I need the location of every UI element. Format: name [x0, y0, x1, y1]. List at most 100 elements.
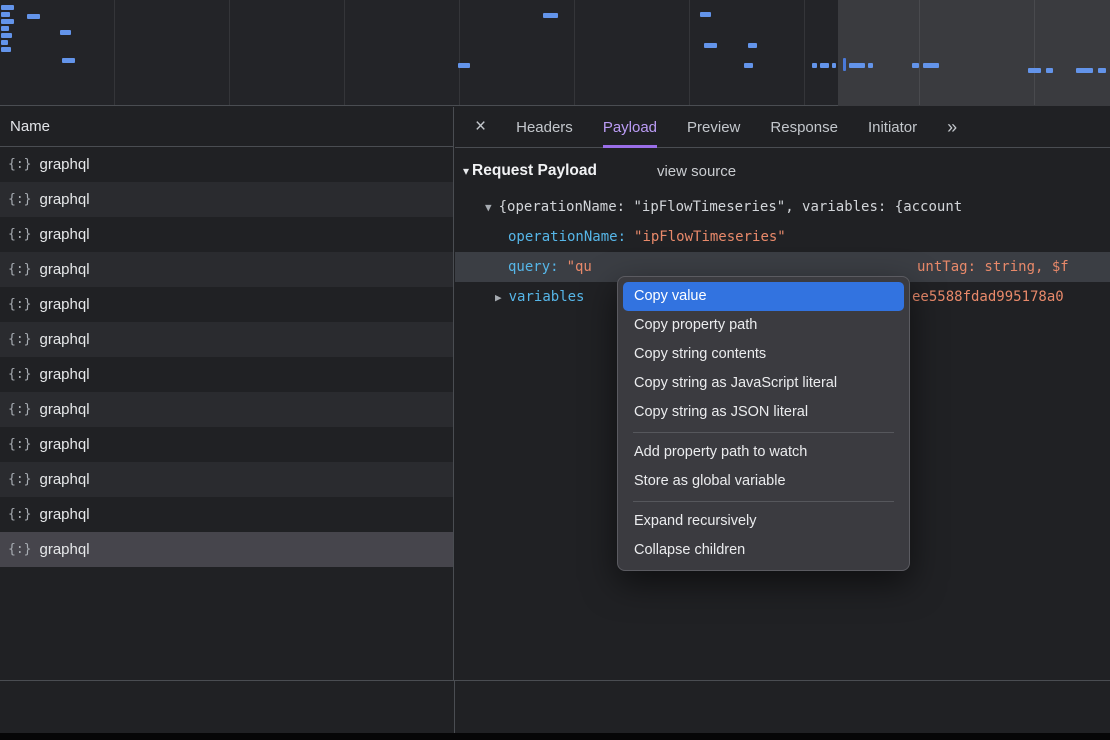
property-value-end: untTag: string, $f	[917, 252, 1069, 282]
json-braces-icon: {:}	[8, 402, 31, 417]
property-key: query:	[508, 259, 559, 275]
detail-tab-bar: × Headers Payload Preview Response Initiator…	[455, 107, 1110, 148]
menu-item-expand-recursively[interactable]: Expand recursively	[623, 507, 904, 536]
object-preview: {operationName: "ipFlowTimeseries", vari…	[499, 199, 963, 215]
menu-item-copy-string-contents[interactable]: Copy string contents	[623, 340, 904, 369]
menu-item-copy-string-as-javascript-literal[interactable]: Copy string as JavaScript literal	[623, 369, 904, 398]
tab-response[interactable]: Response	[770, 107, 838, 148]
json-braces-icon: {:}	[8, 437, 31, 452]
request-row[interactable]: {:} graphql	[0, 392, 453, 427]
operation-name-row[interactable]: operationName: "ipFlowTimeseries"	[455, 222, 1110, 252]
timeline-bar	[60, 30, 71, 35]
request-name: graphql	[39, 156, 89, 173]
menu-item-copy-property-path[interactable]: Copy property path	[623, 311, 904, 340]
request-row[interactable]: {:}graphql	[0, 462, 453, 497]
tab-initiator[interactable]: Initiator	[868, 107, 917, 148]
more-tabs-icon[interactable]: »	[947, 117, 957, 138]
request-row[interactable]: {:} graphql	[0, 532, 453, 567]
timeline-bar	[1076, 68, 1093, 73]
timeline-bar	[27, 14, 40, 19]
timeline-bar	[1, 40, 8, 45]
timeline-bar	[1, 33, 12, 38]
timeline-bar	[1046, 68, 1053, 73]
json-braces-icon: {:}	[8, 157, 31, 172]
timeline-bar	[868, 63, 873, 68]
json-braces-icon: {:}	[8, 542, 31, 557]
property-key: variables	[509, 289, 585, 305]
payload-root-row[interactable]: ▼ {operationName: "ipFlowTimeseries", var…	[455, 192, 1110, 222]
close-icon[interactable]: ×	[475, 116, 486, 138]
request-row[interactable]: {:} graphql	[0, 427, 453, 462]
request-row[interactable]: {:} graphql	[0, 287, 453, 322]
timeline-bar	[1, 5, 14, 10]
json-braces-icon: {:}	[8, 297, 31, 312]
property-key: operationName:	[508, 229, 626, 245]
request-name: graphql	[39, 401, 89, 418]
timeline-bar	[700, 12, 711, 17]
request-list-panel: Name {:}graphql{:}graphql{:}graphql{:}gr…	[0, 107, 454, 680]
json-braces-icon: {:}	[8, 507, 31, 522]
request-row[interactable]: {:} graphql	[0, 217, 453, 252]
name-column-header[interactable]: Name	[0, 107, 453, 147]
window-bottom-edge	[0, 733, 1110, 740]
tab-preview[interactable]: Preview	[687, 107, 740, 148]
timeline-bar	[748, 43, 757, 48]
menu-item-store-as-global-variable[interactable]: Store as global variable	[623, 467, 904, 496]
timeline-bar	[458, 63, 470, 68]
menu-separator	[633, 501, 894, 502]
timeline-bar	[704, 43, 717, 48]
request-name: graphql	[39, 261, 89, 278]
view-source-link[interactable]: view source	[657, 163, 736, 180]
request-row[interactable]: {:} graphql	[0, 497, 453, 532]
request-payload-section-header: ▾ Request Payload view source	[455, 162, 1110, 180]
network-overview[interactable]	[0, 0, 1110, 106]
timeline-bar	[832, 63, 836, 68]
request-name: graphql	[39, 436, 89, 453]
request-name: graphql	[39, 541, 89, 558]
menu-item-add-property-path-to-watch[interactable]: Add property path to watch	[623, 438, 904, 467]
tab-payload[interactable]: Payload	[603, 107, 657, 148]
request-payload-title: Request Payload	[472, 162, 597, 180]
panel-split-divider[interactable]	[454, 680, 455, 733]
expand-arrow-icon[interactable]: ▼	[485, 201, 492, 214]
request-name: graphql	[39, 331, 89, 348]
devtools-network-panel: Name {:}graphql{:}graphql{:}graphql{:}gr…	[0, 0, 1110, 740]
request-list: {:} graphql {:} graphql {:} graphql {:} graphql…	[0, 147, 453, 567]
timeline-bar	[1, 47, 11, 52]
menu-separator	[633, 432, 894, 433]
timeline-bar	[812, 63, 817, 68]
property-value-start: "qu	[567, 259, 592, 275]
json-braces-icon: {:}	[8, 262, 31, 277]
request-row[interactable]: {:} graphql	[0, 147, 453, 182]
section-collapse-icon[interactable]: ▾	[463, 164, 469, 178]
expand-arrow-icon[interactable]: ▶	[495, 291, 502, 304]
request-name: graphql	[39, 366, 89, 383]
tab-headers[interactable]: Headers	[516, 107, 573, 148]
request-name: graphql	[39, 226, 89, 243]
timeline-bar	[1, 12, 10, 17]
json-braces-icon: {:}	[8, 192, 31, 207]
timeline-bar	[923, 63, 939, 68]
request-row[interactable]: {:} graphql	[0, 252, 453, 287]
request-name: graphql	[39, 296, 89, 313]
request-name: graphql	[39, 506, 89, 523]
json-braces-icon: {:}	[8, 227, 31, 242]
name-column-label: Name	[10, 118, 50, 135]
summary-bar-divider	[0, 680, 1110, 681]
request-row[interactable]: {:}graphql	[0, 182, 453, 217]
json-braces-icon: {:}	[8, 367, 31, 382]
timeline-bar	[849, 63, 865, 68]
property-value: "ipFlowTimeseries"	[634, 229, 786, 245]
menu-item-collapse-children[interactable]: Collapse children	[623, 536, 904, 565]
json-braces-icon: {:}	[8, 472, 31, 487]
timeline-bar	[843, 58, 846, 71]
timeline-bar	[1098, 68, 1106, 73]
timeline-bar	[62, 58, 75, 63]
menu-item-copy-value[interactable]: Copy value	[623, 282, 904, 311]
timeline-bar	[1028, 68, 1041, 73]
request-row[interactable]: {:} graphql	[0, 357, 453, 392]
timeline-bar	[1, 26, 9, 31]
menu-item-copy-string-as-json-literal[interactable]: Copy string as JSON literal	[623, 398, 904, 427]
json-braces-icon: {:}	[8, 332, 31, 347]
request-row[interactable]: {:} graphql	[0, 322, 453, 357]
